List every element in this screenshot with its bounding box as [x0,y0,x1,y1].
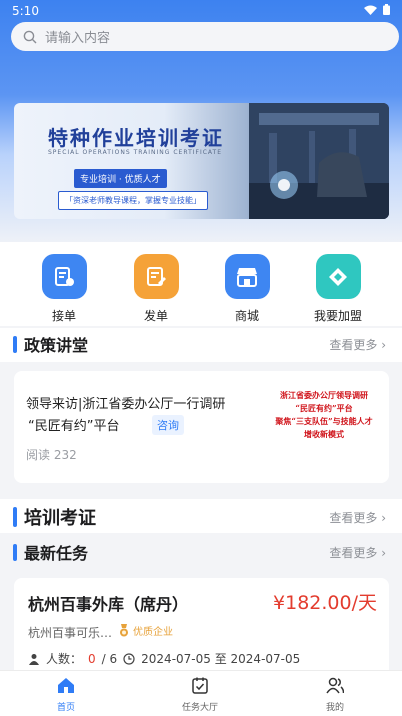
policy-more-label: 查看更多 [329,338,378,352]
battery-icon [383,4,390,15]
task-price: ¥182.00/天 [273,592,377,614]
task-count-label: 人数： [46,652,83,666]
quality-badge: 优质企业 [118,623,173,638]
menu-take-order[interactable]: 接单 [34,254,94,324]
chevron-right-icon: › [381,511,386,525]
section-accent-bar [13,544,17,561]
welding-photo [249,103,389,219]
tasks-more-label: 查看更多 [329,546,378,560]
section-accent-bar [13,336,17,353]
training-more-label: 查看更多 [329,511,378,525]
join-icon [315,254,361,299]
status-bar: 5:10 [0,0,402,22]
thumb-line: “民匠有约”平台 [295,403,353,413]
task-hall-icon [192,677,208,694]
profile-icon [326,677,345,694]
status-icons [364,4,390,15]
shop-icon [224,254,270,299]
quality-badge-label: 优质企业 [133,627,173,638]
banner-subtitle: SPECIAL OPERATIONS TRAINING CERTIFICATE [48,149,223,156]
chevron-right-icon: › [381,546,386,560]
task-company: 杭州百事可乐… [28,626,113,640]
policy-card-title-line1: 领导来访|浙江省委办公厅一行调研 [26,397,226,412]
menu-take-order-label: 接单 [51,309,76,323]
bottom-tab-bar: 首页 任务大厅 我的 [0,670,402,716]
tab-task-hall[interactable]: 任务大厅 [160,677,240,713]
tab-profile[interactable]: 我的 [295,677,375,713]
policy-card-reads: 阅读 232 [26,448,77,462]
quick-menu: 接单 发单 商城 我要加盟 [0,242,402,326]
banner-title: 特种作业培训考证 [48,126,224,150]
policy-card-title-line2: “民匠有约”平台 [28,419,120,434]
policy-card-thumbnail: 浙江省委办公厅领导调研 “民匠有约”平台 聚焦“三支队伍”与技能人才 增收新模式 [264,389,384,457]
tasks-section-title: 最新任务 [24,544,89,563]
tab-profile-label: 我的 [325,703,344,713]
task-dates: 2024-07-05 至 2024-07-05 [141,652,301,666]
policy-card[interactable]: 领导来访|浙江省委办公厅一行调研 “民匠有约”平台 咨询 阅读 232 浙江省委… [14,371,389,483]
take-order-icon [41,254,87,299]
policy-section-title: 政策讲堂 [24,336,89,355]
task-meta-row: 人数： 0 / 6 2024-07-05 至 2024-07-05 [28,650,300,667]
thumb-line: 聚焦“三支队伍”与技能人才 [275,416,373,426]
search-placeholder: 请输入内容 [45,31,111,46]
promo-banner[interactable]: 特种作业培训考证 SPECIAL OPERATIONS TRAINING CER… [14,103,389,219]
people-icon [29,653,39,665]
training-section-header: 培训考证 查看更多 › [0,499,402,533]
training-more-link[interactable]: 查看更多 › [329,509,386,526]
tab-task-hall-label: 任务大厅 [181,703,218,713]
tasks-more-link[interactable]: 查看更多 › [329,544,386,561]
task-count-value: 0 [88,651,96,666]
status-time: 5:10 [12,4,39,18]
banner-slogan: 「资深老师教导课程，掌握专业技能」 [58,191,208,210]
task-card[interactable]: 杭州百事外库（席丹） ¥182.00/天 杭州百事可乐… 优质企业 人数： 0 … [14,578,389,678]
medal-icon [120,624,128,637]
task-count-total: / 6 [101,651,118,666]
menu-join-label: 我要加盟 [313,309,362,323]
menu-shop-label: 商城 [234,309,259,323]
tab-home-label: 首页 [56,703,75,713]
publish-order-icon [133,254,179,299]
home-icon [58,678,74,693]
menu-join[interactable]: 我要加盟 [308,254,368,324]
clock-icon [123,652,135,665]
task-name: 杭州百事外库（席丹） [28,595,189,614]
chevron-right-icon: › [381,338,386,352]
menu-shop[interactable]: 商城 [217,254,277,324]
search-input[interactable]: 请输入内容 [11,22,399,51]
thumb-line: 浙江省委办公厅领导调研 [280,390,368,400]
thumb-line: 增收新模式 [304,429,344,439]
menu-publish-order[interactable]: 发单 [126,254,186,324]
wifi-icon [364,5,377,15]
section-accent-bar [13,507,17,527]
policy-card-tag: 咨询 [152,415,184,435]
tasks-section-header: 最新任务 查看更多 › [0,536,402,570]
training-section-title: 培训考证 [24,508,96,529]
policy-section-header: 政策讲堂 查看更多 › [0,328,402,362]
search-icon [23,30,37,43]
banner-tag: 专业培训 · 优质人才 [74,169,167,188]
tab-home[interactable]: 首页 [26,677,106,713]
menu-publish-order-label: 发单 [143,309,168,323]
policy-more-link[interactable]: 查看更多 › [329,336,386,353]
